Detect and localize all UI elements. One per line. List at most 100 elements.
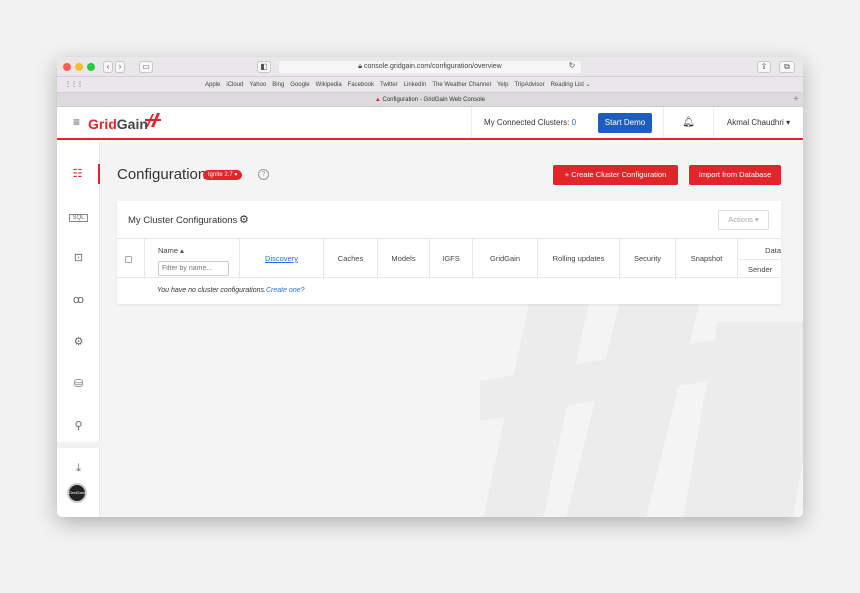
start-demo-button[interactable]: Start Demo: [598, 113, 652, 133]
browser-window: ‹ › ▭ ◧ 🔒︎ console.gridgain.com/configur…: [57, 57, 803, 517]
forward-icon[interactable]: ›: [115, 61, 125, 73]
actions-dropdown[interactable]: Actions ▾: [718, 210, 769, 230]
clusters-icon: ꝏ: [72, 294, 85, 306]
favorites-list: Apple iCloud Yahoo Bing Google Wikipedia Faceb…: [205, 77, 597, 93]
main-content: Configuration Ignite 2.7 ▾ ? + Create Cl…: [100, 142, 803, 517]
zoom-window-button[interactable]: [87, 63, 95, 71]
version-text: Ignite 2.7: [208, 172, 233, 178]
sidebar: ☷ SQL ⊡ ꝏ ⚙︎ ⛁ ⚲ ⤓ GridGain: [57, 142, 100, 517]
address-bar[interactable]: 🔒︎ console.gridgain.com/configuration/ov…: [279, 61, 581, 73]
search-icon: ⚲: [74, 420, 83, 432]
tab-bar: ▲ Configuration - GridGain Web Console +: [57, 93, 803, 107]
favorite-link[interactable]: Facebook: [348, 82, 374, 88]
tab-title[interactable]: Configuration - GridGain Web Console: [383, 97, 486, 103]
lock-icon: 🔒︎: [358, 63, 363, 70]
sidebar-item-configuration[interactable]: ☷: [57, 164, 100, 184]
security-column-header[interactable]: Security: [619, 239, 675, 279]
snapshot-column-header[interactable]: Snapshot: [675, 239, 737, 279]
cluster-configurations-panel: My Cluster Configurations ⚙︎ Actions ▾ N…: [117, 201, 781, 304]
sidebar-item-database[interactable]: ⛁: [57, 374, 100, 394]
panel-title: My Cluster Configurations: [128, 215, 238, 226]
configuration-icon: ☷: [72, 168, 83, 180]
actions-label: Actions: [728, 215, 753, 224]
models-column-header[interactable]: Models: [377, 239, 429, 279]
sidebar-item-clusters[interactable]: ꝏ: [57, 290, 100, 310]
favorite-link[interactable]: Wikipedia: [316, 82, 342, 88]
new-tab-icon[interactable]: +: [793, 93, 799, 107]
sidebar-item-search[interactable]: ⚲: [57, 416, 100, 436]
favorite-link[interactable]: Twitter: [380, 82, 398, 88]
favorite-link[interactable]: Google: [290, 82, 309, 88]
sidebar-item-settings[interactable]: ⚙︎: [57, 332, 100, 352]
app-header: ≡ GridGain My Connected Clusters: 0 Star…: [57, 107, 803, 140]
sidebar-item-queries[interactable]: SQL: [57, 206, 100, 226]
minimize-window-button[interactable]: [75, 63, 83, 71]
favorite-link[interactable]: TripAdvisor: [514, 82, 544, 88]
gear-icon[interactable]: ⚙︎: [239, 213, 249, 226]
clusters-count: 0: [571, 118, 577, 127]
sidebar-divider: [57, 442, 100, 448]
sidebar-item-download[interactable]: ⤓: [57, 458, 100, 478]
brand-grid-text: Grid: [88, 116, 117, 132]
name-column-header[interactable]: Name ▴: [158, 246, 184, 255]
discovery-column-header[interactable]: Discovery: [239, 239, 323, 279]
download-icon: ⤓: [76, 462, 81, 474]
favorite-link[interactable]: The Weather Channel: [432, 82, 491, 88]
favorite-link[interactable]: Reading List ⌄: [551, 82, 591, 88]
sidebar-toggle-icon[interactable]: ▭: [139, 61, 153, 73]
clusters-label: My Connected Clusters:: [483, 118, 570, 127]
igfs-column-header[interactable]: IGFS: [429, 239, 472, 279]
caches-column-header[interactable]: Caches: [323, 239, 377, 279]
rolling-updates-column-header[interactable]: Rolling updates: [537, 239, 619, 279]
chevron-down-icon: ▾: [786, 118, 791, 127]
favorite-link[interactable]: Yelp: [497, 82, 508, 88]
user-name: Akmal Chaudhri: [726, 118, 784, 127]
user-menu[interactable]: Akmal Chaudhri ▾: [713, 107, 803, 138]
url-text: console.gridgain.com/configuration/overv…: [363, 63, 502, 70]
discovery-label: Discovery: [265, 254, 298, 263]
import-from-database-button[interactable]: Import from Database: [689, 165, 781, 185]
gridgain-logo[interactable]: GridGain: [88, 116, 148, 132]
bell-icon[interactable]: 🔔︎: [663, 107, 713, 138]
database-icon: ⛁: [73, 378, 84, 390]
data-sender-group-header[interactable]: Data: [737, 243, 781, 259]
empty-message: You have no cluster configurations.Creat…: [157, 287, 305, 294]
help-icon[interactable]: ?: [258, 169, 269, 180]
back-icon[interactable]: ‹: [103, 61, 113, 73]
page-title: Configuration: [117, 166, 207, 183]
favorites-bar: ⋮⋮⋮ Apple iCloud Yahoo Bing Google Wikipedia F…: [57, 77, 803, 93]
create-cluster-configuration-button[interactable]: + Create Cluster Configuration: [553, 165, 678, 185]
favorite-link[interactable]: Yahoo: [249, 82, 266, 88]
name-header-label: Name: [158, 246, 179, 255]
share-icon[interactable]: ⇪: [757, 61, 771, 73]
monitoring-icon: ⊡: [73, 252, 84, 264]
grid-icon[interactable]: ⋮⋮⋮: [65, 77, 83, 93]
browser-titlebar: ‹ › ▭ ◧ 🔒︎ console.gridgain.com/configur…: [57, 57, 803, 77]
favorite-link[interactable]: Apple: [205, 82, 220, 88]
sender-column-header[interactable]: Sender: [737, 259, 781, 279]
close-window-button[interactable]: [63, 63, 71, 71]
reload-icon[interactable]: ↻: [567, 61, 577, 73]
table-header: Name ▴ Discovery Caches Models IGFS Grid…: [117, 238, 781, 279]
empty-text: You have no cluster configurations.: [157, 287, 266, 294]
sort-asc-icon: ▴: [180, 246, 184, 255]
create-one-link[interactable]: Create one?: [266, 287, 305, 294]
gridgain-mark-icon: [145, 113, 161, 127]
queries-icon: SQL: [69, 214, 88, 222]
settings-icon: ⚙︎: [73, 336, 84, 348]
favorite-link[interactable]: Bing: [272, 82, 284, 88]
gridgain-column-header[interactable]: GridGain: [472, 239, 537, 279]
connected-clusters[interactable]: My Connected Clusters: 0: [471, 107, 588, 138]
version-badge[interactable]: Ignite 2.7 ▾: [203, 170, 243, 180]
gridgain-badge-logo[interactable]: GridGain: [67, 483, 87, 503]
sidebar-item-monitoring[interactable]: ⊡: [57, 248, 100, 268]
favorite-link[interactable]: LinkedIn: [404, 82, 427, 88]
tabs-overview-icon[interactable]: ⧉: [779, 61, 795, 73]
name-filter-input[interactable]: [158, 261, 229, 276]
privacy-icon[interactable]: ◧: [257, 61, 271, 73]
name-column: Name ▴: [144, 239, 239, 279]
tab-favicon: ▲: [374, 97, 381, 103]
menu-icon[interactable]: ≡: [73, 115, 80, 129]
favorite-link[interactable]: iCloud: [226, 82, 243, 88]
select-all-checkbox[interactable]: [125, 256, 132, 263]
